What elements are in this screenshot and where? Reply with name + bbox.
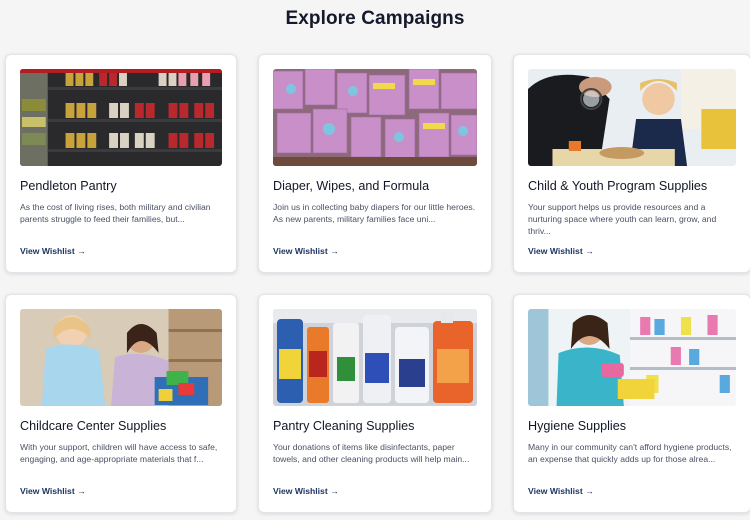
card-title: Childcare Center Supplies [20, 419, 167, 433]
card-title: Hygiene Supplies [528, 419, 627, 433]
view-wishlist-link[interactable]: View Wishlist → [20, 246, 86, 256]
cleaning-products-image [273, 309, 477, 406]
campaign-card-youth-program[interactable]: Child & Youth Program Supplies Your supp… [513, 54, 750, 273]
card-description: With your support, children will have ac… [20, 442, 218, 464]
campaign-card-childcare[interactable]: Childcare Center Supplies With your supp… [5, 294, 237, 513]
card-title: Pendleton Pantry [20, 179, 117, 193]
diaper-boxes-image [273, 69, 477, 166]
view-wishlist-link[interactable]: View Wishlist → [273, 246, 339, 256]
page-title: Explore Campaigns [285, 8, 465, 29]
pantry-shelves-image [20, 69, 222, 166]
child-magnifying-glass-image [528, 69, 736, 166]
view-wishlist-link[interactable]: View Wishlist → [528, 486, 594, 496]
campaign-card-diapers[interactable]: Diaper, Wipes, and Formula Join us in co… [258, 54, 492, 273]
card-description: Join us in collecting baby diapers for o… [273, 202, 476, 224]
children-playing-image [20, 309, 222, 406]
card-title: Child & Youth Program Supplies [528, 179, 708, 193]
view-wishlist-link[interactable]: View Wishlist → [528, 246, 594, 256]
card-title: Pantry Cleaning Supplies [273, 419, 415, 433]
card-title: Diaper, Wipes, and Formula [273, 179, 430, 193]
campaign-card-hygiene[interactable]: Hygiene Supplies Many in our community c… [513, 294, 750, 513]
campaign-grid: Pendleton Pantry As the cost of living r… [5, 54, 750, 513]
campaign-card-cleaning[interactable]: Pantry Cleaning Supplies Your donations … [258, 294, 492, 513]
woman-shopping-image [528, 309, 736, 406]
card-description: Your support helps us provide resources … [528, 202, 717, 236]
view-wishlist-link[interactable]: View Wishlist → [273, 486, 339, 496]
campaign-card-pendleton-pantry[interactable]: Pendleton Pantry As the cost of living r… [5, 54, 237, 273]
view-wishlist-link[interactable]: View Wishlist → [20, 486, 86, 496]
card-description: As the cost of living rises, both milita… [20, 202, 211, 224]
card-description: Your donations of items like disinfectan… [273, 442, 470, 464]
card-description: Many in our community can't afford hygie… [528, 442, 732, 464]
